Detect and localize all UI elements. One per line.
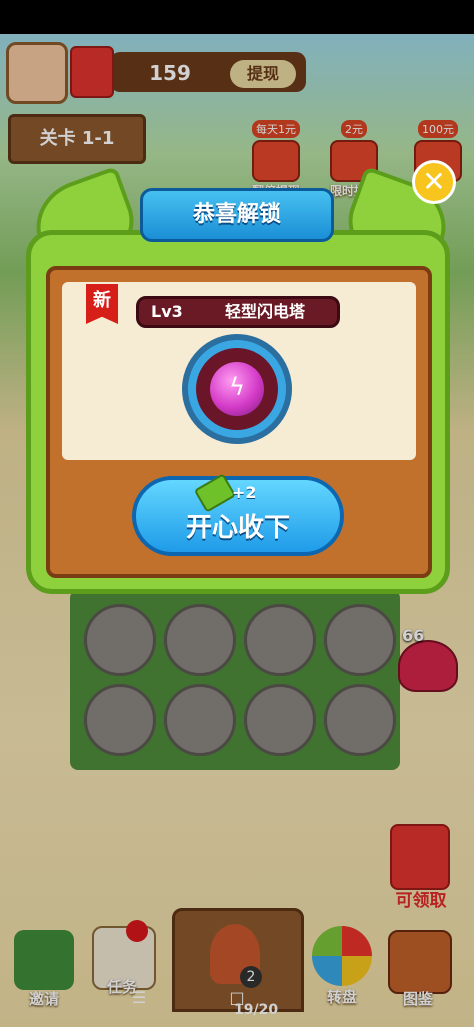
tower-level: Lv3 [151, 302, 183, 321]
tower-name: 轻型闪电塔 [225, 302, 306, 321]
lightning-icon: ϟ [229, 373, 245, 401]
accept-button-label[interactable]: 开心收下 [132, 510, 344, 546]
reward-amount: +2 [232, 483, 257, 502]
tower-name-bar: Lv3 轻型闪电塔 [136, 296, 340, 328]
close-button[interactable]: ✕ [412, 160, 456, 204]
status-bar [0, 0, 474, 34]
dialog-title: 恭喜解锁 [140, 188, 334, 242]
